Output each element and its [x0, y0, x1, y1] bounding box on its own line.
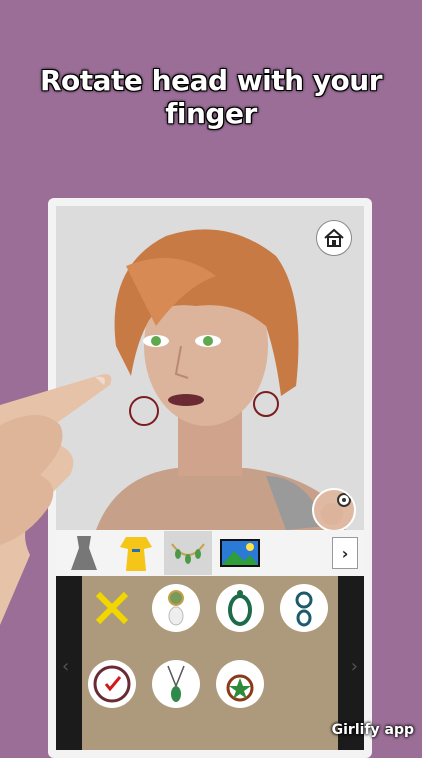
toolbar-next-button[interactable]: › [332, 537, 358, 569]
avatar-settings-button[interactable] [312, 488, 356, 530]
accessory-item[interactable] [152, 660, 200, 708]
double-ring-pendant-icon [295, 591, 313, 627]
green-pendant-icon [167, 665, 185, 702]
landscape-icon [220, 539, 260, 567]
panel-right-arrow-icon[interactable]: › [351, 656, 358, 677]
accessory-item[interactable] [216, 660, 264, 708]
tab-necklace[interactable] [164, 531, 212, 575]
home-icon [324, 228, 344, 247]
accessory-item[interactable] [280, 584, 328, 632]
finger-hand-illustration [0, 374, 112, 625]
accessory-item[interactable] [88, 660, 136, 708]
headline: Rotate head with your finger [39, 64, 383, 130]
brand-label: Girlify app [331, 722, 414, 738]
watch-icon [93, 665, 131, 703]
necklace-icon [171, 543, 205, 564]
tab-background[interactable] [216, 531, 264, 575]
ring-pendant-icon [228, 590, 252, 626]
star-pendant-icon [226, 674, 254, 702]
panel-left-arrow-icon[interactable]: ‹ [62, 656, 69, 677]
home-button[interactable] [316, 220, 352, 256]
accessory-item[interactable] [216, 584, 264, 632]
gear-icon [321, 493, 351, 525]
